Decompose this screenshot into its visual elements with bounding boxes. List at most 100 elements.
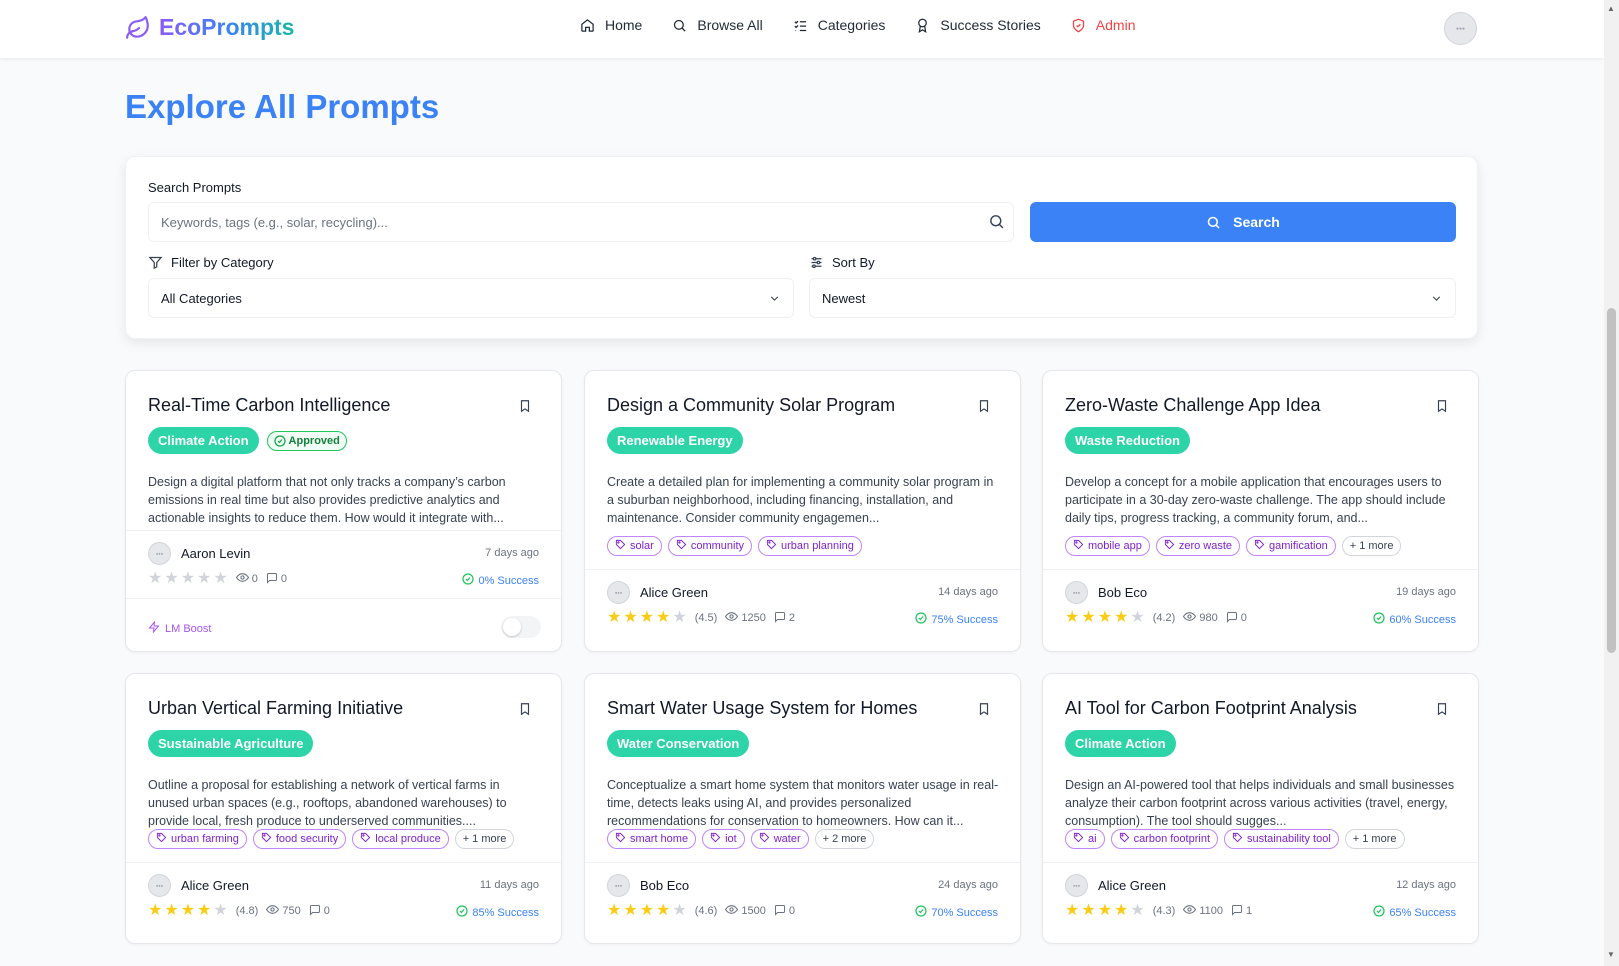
check-circle-icon — [456, 905, 468, 920]
prompt-card[interactable]: Smart Water Usage System for Homes Water … — [584, 673, 1021, 944]
success-rate: 0% Success — [462, 573, 539, 588]
search-input[interactable] — [148, 202, 1014, 242]
star-icon: ★ — [1114, 609, 1129, 626]
tag-chip[interactable]: food security — [252, 829, 347, 849]
tag-chip[interactable]: sustainability tool — [1224, 829, 1339, 849]
rating-stars: ★ ★ ★ ★ ★ — [148, 571, 228, 587]
eye-icon — [725, 610, 739, 626]
logo-text: EcoPrompts — [159, 14, 295, 40]
bookmark-icon[interactable] — [977, 399, 991, 418]
prompt-card[interactable]: Zero-Waste Challenge App Idea Waste Reduc… — [1042, 370, 1479, 652]
page-scrollbar[interactable]: ▲ ▼ — [1604, 0, 1619, 966]
more-tags-chip[interactable]: + 2 more — [814, 829, 875, 849]
comments-count: 1 — [1246, 905, 1253, 917]
tag-chip[interactable]: carbon footprint — [1110, 829, 1218, 849]
more-tags-chip[interactable]: + 1 more — [454, 829, 515, 849]
eye-icon — [266, 903, 280, 919]
tag-chip[interactable]: solar — [607, 536, 662, 556]
views-stat: 750 — [266, 903, 301, 919]
views-count: 750 — [282, 905, 301, 917]
card-author[interactable]: ●●● Bob Eco — [1065, 581, 1147, 604]
nav-admin[interactable]: Admin — [1071, 17, 1135, 33]
star-icon: ★ — [197, 570, 212, 587]
category-badge[interactable]: Climate Action — [1065, 730, 1176, 757]
card-author[interactable]: ●●● Alice Green — [148, 874, 249, 897]
card-title[interactable]: Urban Vertical Farming Initiative — [148, 698, 403, 719]
bookmark-icon[interactable] — [518, 702, 532, 721]
tag-chip[interactable]: local produce — [352, 829, 449, 849]
card-date: 24 days ago — [938, 879, 998, 891]
card-author[interactable]: ●●● Alice Green — [1065, 874, 1166, 897]
card-description: Design a digital platform that not only … — [148, 475, 506, 525]
tag-chip[interactable]: community — [667, 536, 753, 556]
tag-chip[interactable]: urban planning — [758, 536, 862, 556]
prompt-card[interactable]: Design a Community Solar Program Renewabl… — [584, 370, 1021, 652]
star-icon: ★ — [213, 570, 228, 587]
category-select[interactable]: All Categories — [148, 278, 794, 318]
rating-value: (4.5) — [694, 612, 718, 624]
tag-chip[interactable]: smart home — [607, 829, 697, 849]
bookmark-icon[interactable] — [1435, 399, 1449, 418]
card-title[interactable]: Zero-Waste Challenge App Idea — [1065, 395, 1320, 416]
card-author[interactable]: ●●● Alice Green — [607, 581, 708, 604]
card-author[interactable]: ●●● Bob Eco — [607, 874, 689, 897]
comment-icon — [1226, 611, 1238, 626]
category-badge[interactable]: Sustainable Agriculture — [148, 730, 314, 757]
scroll-up-icon[interactable]: ▲ — [1607, 4, 1615, 13]
star-icon: ★ — [639, 902, 655, 919]
author-avatar: ●●● — [1065, 874, 1088, 897]
nav-home[interactable]: Home — [580, 17, 642, 33]
category-select-value: All Categories — [161, 290, 242, 306]
nav-success-stories[interactable]: Success Stories — [915, 17, 1041, 33]
card-stats: ★ ★ ★ ★ ★ (4.5) 1250 2 — [607, 610, 795, 626]
logo[interactable]: EcoPrompts — [125, 14, 294, 41]
prompt-card[interactable]: Urban Vertical Farming Initiative Sustain… — [125, 673, 562, 944]
boost-toggle[interactable] — [501, 616, 541, 638]
tag-chip[interactable]: urban farming — [148, 829, 247, 849]
scroll-down-icon[interactable]: ▼ — [1607, 950, 1615, 959]
more-tags-chip[interactable]: + 1 more — [1341, 536, 1402, 556]
views-stat: 1500 — [725, 903, 766, 919]
comments-count: 0 — [1240, 612, 1247, 624]
main-nav: Home Browse All Categories Success Stori… — [580, 17, 1135, 33]
sort-select[interactable]: Newest — [809, 278, 1456, 318]
author-avatar: ●●● — [607, 874, 630, 897]
success-label: 85% Success — [472, 906, 539, 919]
chevron-down-icon — [1432, 296, 1441, 301]
tag-chip[interactable]: iot — [702, 829, 745, 849]
scroll-thumb[interactable] — [1607, 308, 1616, 653]
card-description: Conceptualize a smart home system that m… — [607, 778, 999, 828]
search-icon — [1207, 216, 1220, 229]
bookmark-icon[interactable] — [977, 702, 991, 721]
nav-categories[interactable]: Categories — [793, 17, 885, 33]
bookmark-icon[interactable] — [518, 399, 532, 418]
prompt-card[interactable]: Real-Time Carbon Intelligence Climate Act… — [125, 370, 562, 652]
category-badge[interactable]: Renewable Energy — [607, 427, 743, 454]
nav-browse-all[interactable]: Browse All — [672, 17, 763, 33]
category-badge[interactable]: Climate Action — [148, 427, 259, 454]
tag-chip[interactable]: water — [750, 829, 809, 849]
card-author[interactable]: ●●● Aaron Levin — [148, 542, 250, 565]
tag-chip[interactable]: ai — [1065, 829, 1105, 849]
tag-chip[interactable]: gamification — [1246, 536, 1336, 556]
card-divider — [585, 862, 1020, 863]
more-tags-chip[interactable]: + 1 more — [1344, 829, 1405, 849]
card-title[interactable]: AI Tool for Carbon Footprint Analysis — [1065, 698, 1357, 719]
search-button[interactable]: Search — [1030, 202, 1456, 242]
user-avatar[interactable]: ●●● — [1444, 12, 1477, 45]
success-label: 75% Success — [931, 613, 998, 626]
prompt-card[interactable]: AI Tool for Carbon Footprint Analysis Cli… — [1042, 673, 1479, 944]
star-icon: ★ — [623, 609, 638, 626]
tag-chip[interactable]: mobile app — [1065, 536, 1150, 556]
card-title[interactable]: Smart Water Usage System for Homes — [607, 698, 917, 719]
category-badge[interactable]: Water Conservation — [607, 730, 750, 757]
tag-chip[interactable]: zero waste — [1155, 536, 1241, 556]
card-title[interactable]: Real-Time Carbon Intelligence — [148, 395, 390, 416]
author-name: Bob Eco — [1098, 585, 1148, 600]
bookmark-icon[interactable] — [1435, 702, 1449, 721]
category-badge[interactable]: Waste Reduction — [1065, 427, 1190, 454]
author-name: Aaron Levin — [181, 546, 251, 561]
star-icon: ★ — [197, 902, 212, 919]
views-count: 1500 — [741, 905, 766, 917]
card-title[interactable]: Design a Community Solar Program — [607, 395, 895, 416]
